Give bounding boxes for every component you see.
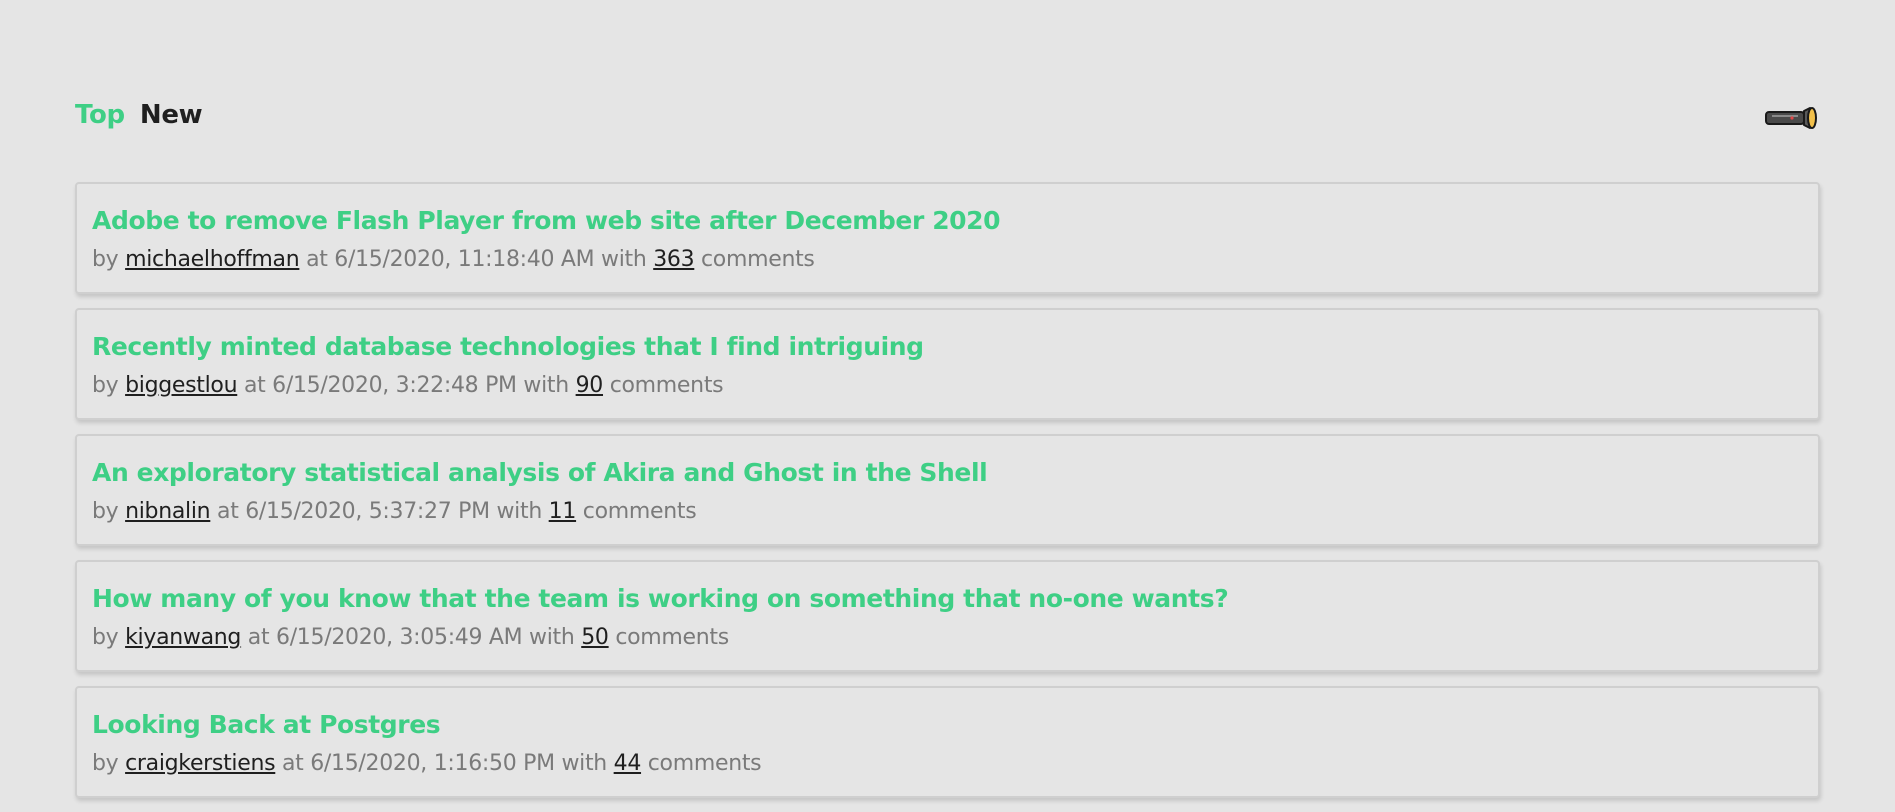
meta-with-label: with [529, 625, 575, 650]
story-title-link[interactable]: How many of you know that the team is wo… [92, 584, 1818, 614]
story-meta: by nibnalin at 6/15/2020, 5:37:27 PM wit… [92, 498, 1818, 526]
story-card: Adobe to remove Flash Player from web si… [75, 182, 1820, 294]
story-time: 6/15/2020, 3:05:49 AM [276, 625, 523, 650]
comments-count-link[interactable]: 363 [653, 247, 694, 272]
meta-with-label: with [601, 247, 647, 272]
meta-by-label: by [92, 499, 119, 524]
story-title-link[interactable]: An exploratory statistical analysis of A… [92, 458, 1818, 488]
meta-by-label: by [92, 373, 119, 398]
comments-count-link[interactable]: 11 [549, 499, 577, 524]
author-link[interactable]: kiyanwang [125, 625, 241, 650]
comments-count-link[interactable]: 90 [576, 373, 604, 398]
comments-count-link[interactable]: 50 [581, 625, 609, 650]
meta-with-label: with [561, 751, 607, 776]
author-link[interactable]: michaelhoffman [125, 247, 300, 272]
meta-at-label: at [281, 751, 304, 776]
story-meta: by biggestlou at 6/15/2020, 3:22:48 PM w… [92, 372, 1818, 400]
top-bar: Top New [75, 100, 1820, 136]
author-link[interactable]: nibnalin [125, 499, 211, 524]
meta-comments-label: comments [701, 247, 815, 272]
story-meta: by craigkerstiens at 6/15/2020, 1:16:50 … [92, 750, 1818, 778]
flashlight-icon[interactable] [1764, 104, 1820, 132]
story-card: How many of you know that the team is wo… [75, 560, 1820, 672]
story-time: 6/15/2020, 1:16:50 PM [310, 751, 555, 776]
story-time: 6/15/2020, 3:22:48 PM [272, 373, 517, 398]
story-meta: by michaelhoffman at 6/15/2020, 11:18:40… [92, 246, 1818, 274]
comments-count-link[interactable]: 44 [614, 751, 642, 776]
story-list: Adobe to remove Flash Player from web si… [75, 182, 1820, 812]
meta-by-label: by [92, 625, 119, 650]
meta-at-label: at [306, 247, 328, 272]
tab-new[interactable]: New [140, 100, 203, 130]
story-card: Recently minted database technologies th… [75, 308, 1820, 420]
meta-comments-label: comments [609, 373, 724, 398]
tab-top[interactable]: Top [75, 100, 125, 130]
story-card: Looking Back at Postgres by craigkerstie… [75, 686, 1820, 798]
story-title-link[interactable]: Looking Back at Postgres [92, 710, 1818, 740]
story-title-link[interactable]: Adobe to remove Flash Player from web si… [92, 206, 1818, 236]
meta-comments-label: comments [615, 625, 729, 650]
meta-at-label: at [217, 499, 239, 524]
meta-at-label: at [247, 625, 270, 650]
author-link[interactable]: biggestlou [125, 373, 237, 398]
meta-with-label: with [496, 499, 542, 524]
feed-tabs: Top New [75, 100, 203, 130]
story-card: An exploratory statistical analysis of A… [75, 434, 1820, 546]
story-title-link[interactable]: Recently minted database technologies th… [92, 332, 1818, 362]
story-meta: by kiyanwang at 6/15/2020, 3:05:49 AM wi… [92, 624, 1818, 652]
meta-by-label: by [92, 751, 119, 776]
meta-comments-label: comments [647, 751, 762, 776]
meta-with-label: with [523, 373, 569, 398]
author-link[interactable]: craigkerstiens [125, 751, 275, 776]
story-time: 6/15/2020, 11:18:40 AM [334, 247, 595, 272]
story-time: 6/15/2020, 5:37:27 PM [245, 499, 490, 524]
meta-at-label: at [243, 373, 266, 398]
meta-comments-label: comments [582, 499, 697, 524]
meta-by-label: by [92, 247, 119, 272]
